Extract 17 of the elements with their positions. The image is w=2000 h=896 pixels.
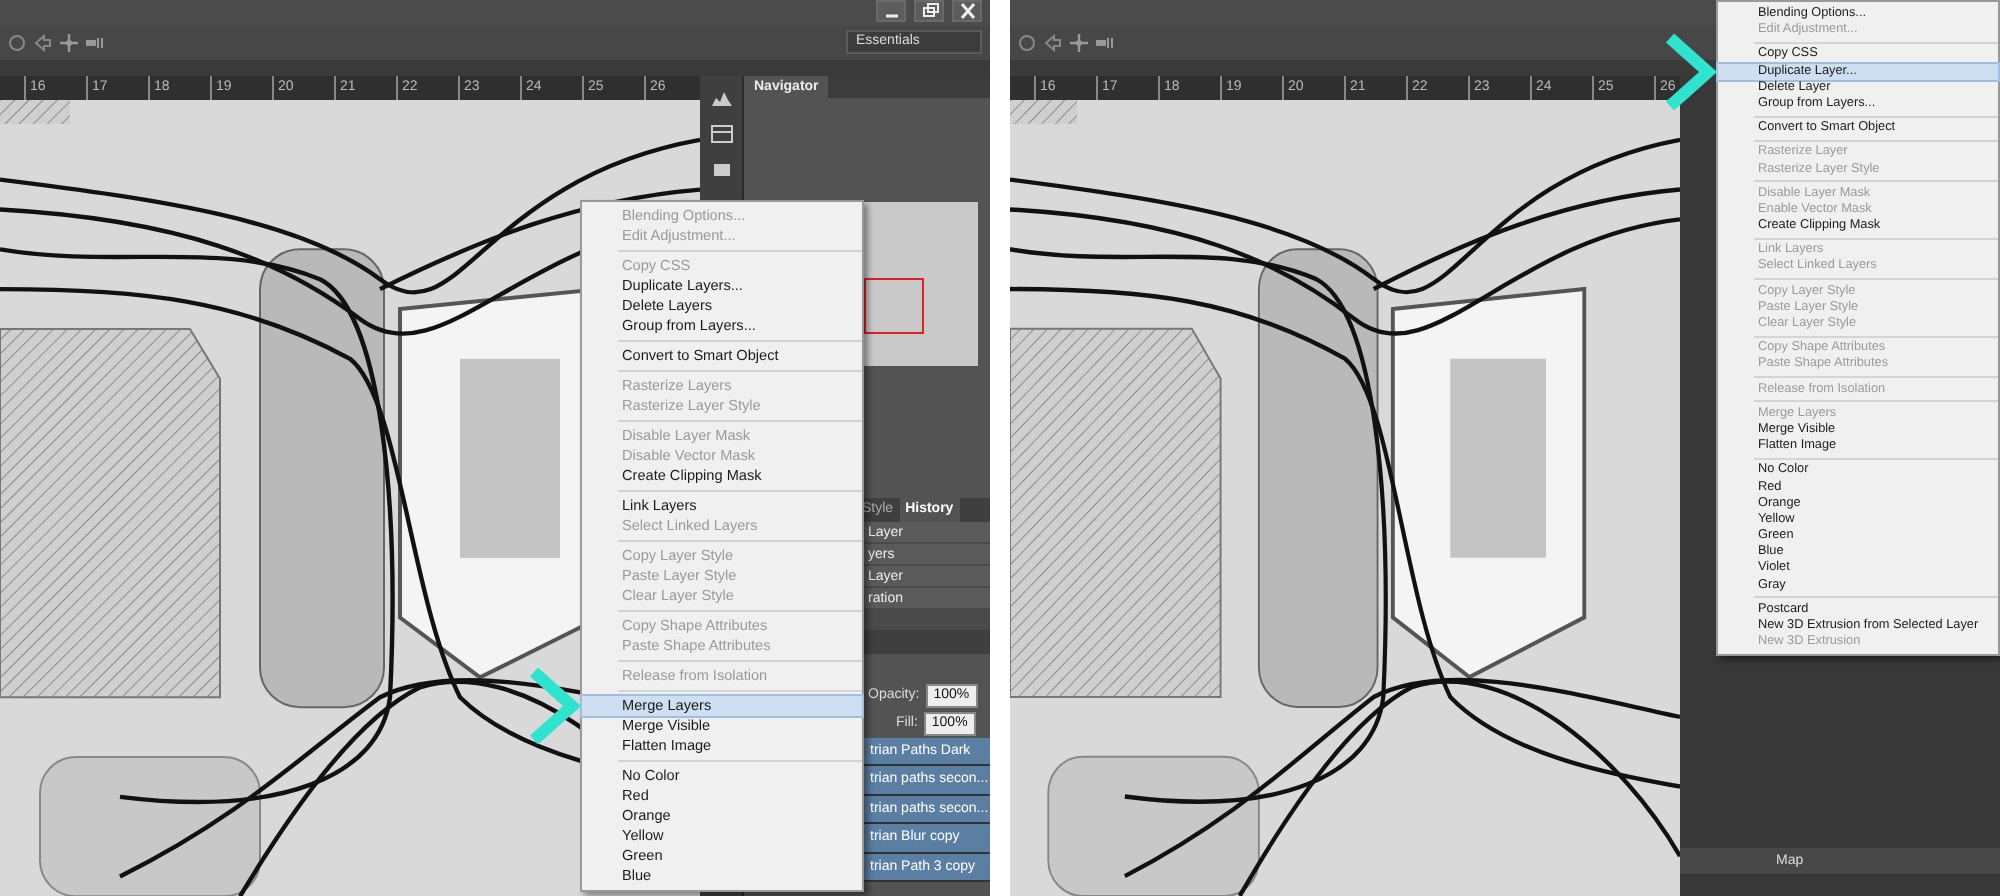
arrow-icon[interactable]	[34, 33, 52, 52]
distribute-icon[interactable]	[86, 33, 106, 52]
view-area-marker[interactable]	[864, 277, 924, 334]
histogram-icon[interactable]	[709, 87, 733, 108]
panel-icon[interactable]	[709, 159, 733, 180]
circle-icon[interactable]	[1018, 34, 1036, 52]
arrow-icon[interactable]	[1044, 34, 1062, 52]
restore-button[interactable]	[914, 0, 944, 22]
move-icon[interactable]	[1070, 34, 1088, 52]
close-icon	[957, 2, 977, 20]
restore-icon	[919, 2, 939, 20]
panel-icon[interactable]	[709, 123, 733, 144]
circle-icon[interactable]	[8, 33, 26, 52]
move-icon[interactable]	[60, 33, 78, 52]
minimize-button[interactable]	[876, 0, 906, 22]
close-button[interactable]	[952, 0, 982, 22]
distribute-icon[interactable]	[1096, 34, 1116, 52]
